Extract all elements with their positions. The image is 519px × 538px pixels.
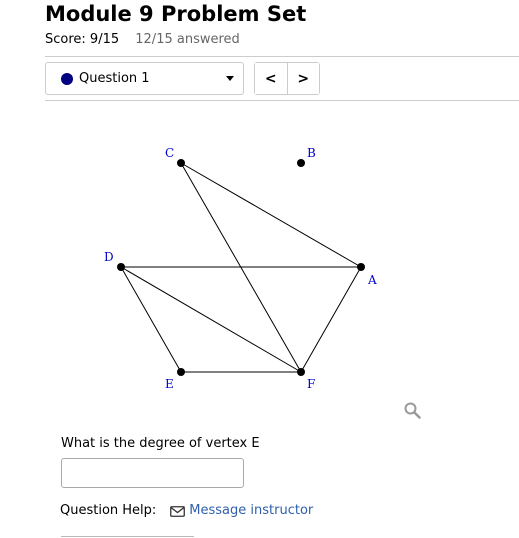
magnifier-icon[interactable] [404, 402, 421, 419]
top-divider [45, 56, 519, 57]
vertex-c [177, 159, 185, 167]
graph-figure: A B C D E F [104, 146, 377, 391]
score-text: Score: 9/15 [45, 32, 120, 47]
question-help: Question Help: Message instructor [60, 502, 313, 520]
previous-question-button[interactable]: < [255, 63, 288, 94]
edge-f-a [300, 266, 362, 373]
question-select-dropdown[interactable]: Question 1 [45, 62, 244, 95]
vertex-label-c: C [165, 146, 174, 160]
vertex-e [177, 368, 185, 376]
edge-c-a [180, 162, 362, 268]
graph-edges [120, 162, 362, 373]
vertex-label-f: F [307, 377, 315, 391]
vertex-b [297, 159, 305, 167]
page-title: Module 9 Problem Set [45, 2, 307, 26]
edge-d-f [120, 266, 302, 373]
envelope-icon[interactable] [170, 505, 186, 517]
question-help-label: Question Help: [60, 503, 157, 518]
vertex-label-d: D [104, 250, 114, 264]
vertex-f [297, 368, 305, 376]
question-select-label: Question 1 [79, 71, 150, 86]
bottom-divider [61, 536, 194, 537]
answered-count: 12/15 answered [135, 32, 240, 47]
chevron-down-icon [226, 76, 234, 81]
vertex-label-e: E [165, 377, 174, 391]
question-nav-group: < > [254, 62, 320, 95]
vertex-a [357, 263, 365, 271]
problem-set-page: Module 9 Problem Set Score: 9/15 12/15 a… [0, 0, 519, 538]
question-status-dot [61, 72, 73, 85]
vertex-label-b: B [307, 146, 316, 160]
edge-d-e [120, 266, 182, 373]
score-line: Score: 9/15 12/15 answered [45, 31, 240, 49]
answer-input[interactable] [61, 458, 244, 488]
message-instructor-link[interactable]: Message instructor [189, 502, 313, 520]
header-bottom-divider [45, 100, 519, 101]
question-prompt: What is the degree of vertex E [61, 436, 260, 451]
next-question-button[interactable]: > [287, 63, 319, 94]
vertex-label-a: A [367, 273, 377, 287]
graph-vertex-labels: A B C D E F [104, 146, 377, 391]
vertex-d [117, 263, 125, 271]
